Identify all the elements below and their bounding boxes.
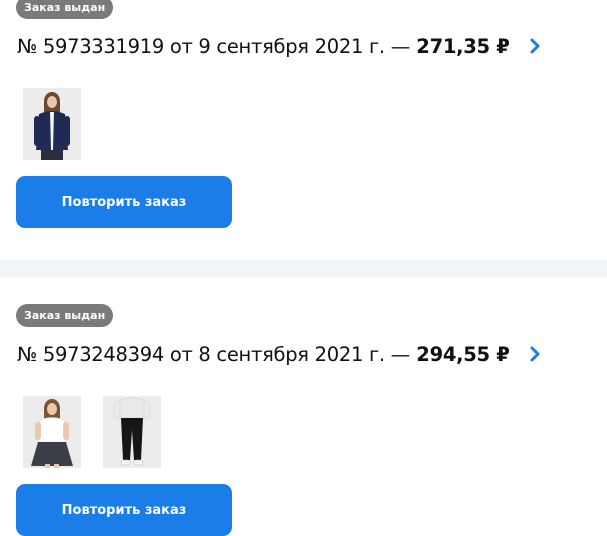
repeat-order-button[interactable]: Повторить заказ [16, 484, 232, 536]
product-thumbnails [23, 396, 161, 468]
order-title-link[interactable]: № 5973331919 от 9 сентября 2021 г. — 271… [17, 31, 542, 61]
status-badge: Заказ выдан [16, 0, 114, 19]
section-divider [0, 260, 607, 277]
title-dash: — [390, 34, 411, 58]
product-thumbnails [23, 88, 81, 160]
product-thumbnail[interactable] [23, 396, 81, 468]
order-title-link[interactable]: № 5973248394 от 8 сентября 2021 г. — 294… [17, 339, 542, 369]
order-card: Заказ выдан № 5973331919 от 9 сентября 2… [0, 0, 607, 260]
chevron-right-icon[interactable] [528, 38, 542, 54]
repeat-order-button[interactable]: Повторить заказ [16, 176, 232, 228]
chevron-right-icon[interactable] [528, 346, 542, 362]
order-number-date: № 5973331919 от 9 сентября 2021 г. [17, 34, 385, 58]
title-dash: — [390, 342, 411, 366]
order-total: 271,35 ₽ [416, 34, 510, 58]
product-thumbnail[interactable] [103, 396, 161, 468]
order-total: 294,55 ₽ [416, 342, 510, 366]
product-thumbnail[interactable] [23, 88, 81, 160]
order-card: Заказ выдан № 5973248394 от 8 сентября 2… [0, 277, 607, 536]
status-badge: Заказ выдан [16, 304, 114, 327]
order-number-date: № 5973248394 от 8 сентября 2021 г. [17, 342, 385, 366]
